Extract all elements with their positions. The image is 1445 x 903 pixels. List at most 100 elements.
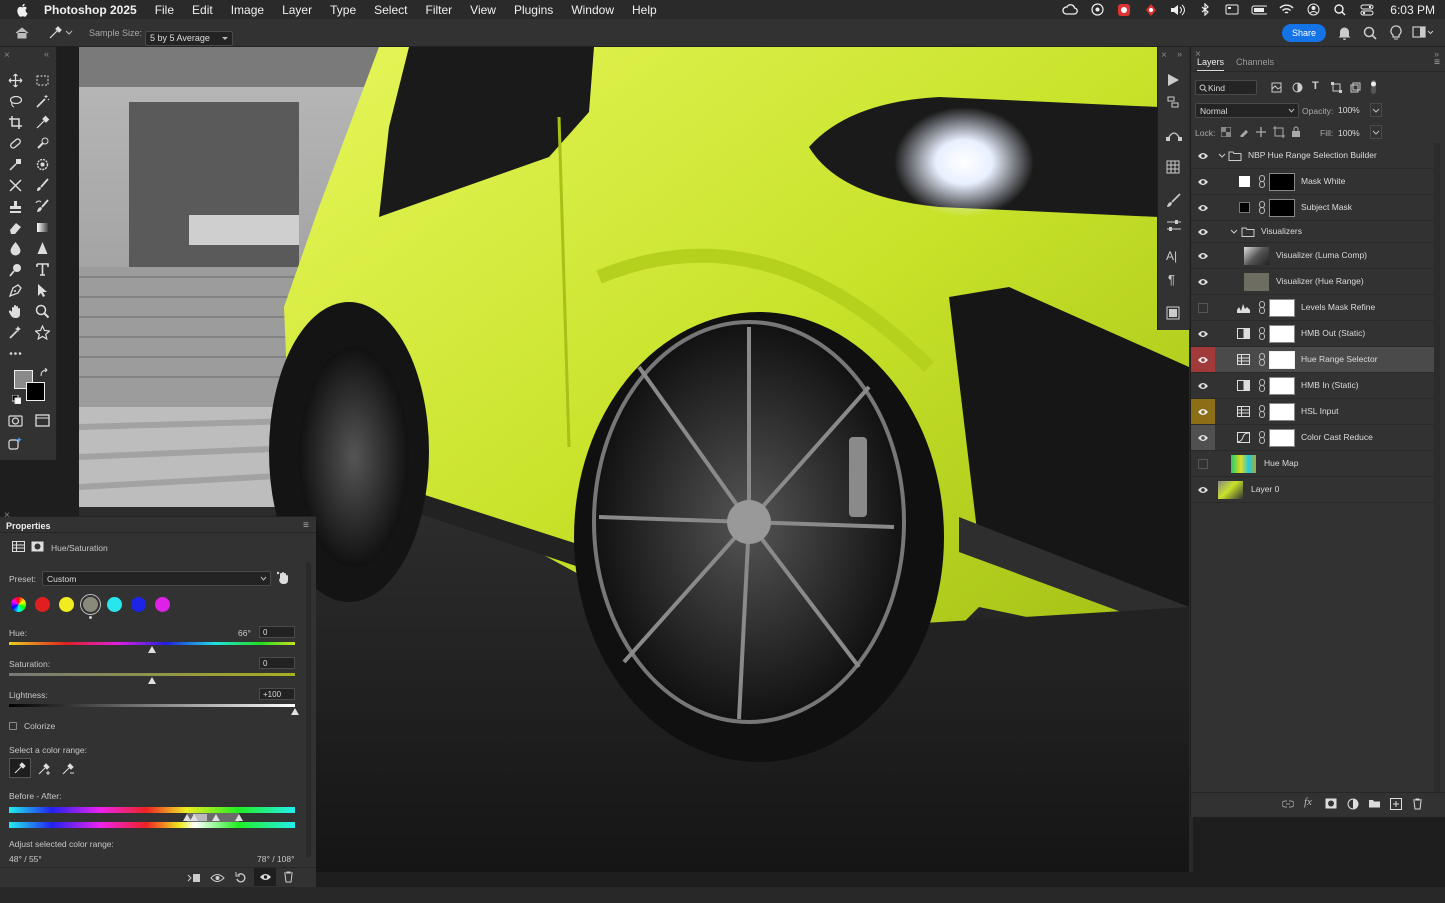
visibility-eye-icon[interactable] xyxy=(1191,169,1215,194)
home-icon[interactable] xyxy=(15,26,29,39)
type-tool-icon[interactable] xyxy=(32,259,52,279)
visibility-eye-icon[interactable] xyxy=(1191,425,1215,450)
sharpen-tool-icon[interactable] xyxy=(32,238,52,258)
brush-settings-icon[interactable] xyxy=(1166,193,1182,209)
visibility-eye-icon[interactable] xyxy=(1191,477,1215,502)
layer-row-visualizers-group[interactable]: Visualizers xyxy=(1191,221,1434,243)
layer-mask-thumbnail[interactable] xyxy=(1269,429,1295,447)
menu-image[interactable]: Image xyxy=(231,3,264,17)
background-color-swatch[interactable] xyxy=(26,382,45,401)
volume-icon[interactable] xyxy=(1170,2,1186,18)
link-chain-icon[interactable] xyxy=(1258,201,1266,214)
swatches-grid-icon[interactable] xyxy=(1166,160,1180,174)
menu-layer[interactable]: Layer xyxy=(282,3,312,17)
layer-mask-thumbnail[interactable] xyxy=(1269,377,1295,395)
notification-badge-icon[interactable] xyxy=(1089,2,1105,18)
visibility-eye-icon[interactable] xyxy=(1191,195,1215,220)
gradient-tool-icon[interactable] xyxy=(32,217,52,237)
clip-to-layer-icon[interactable] xyxy=(187,872,201,884)
panel-close-icon[interactable]: × xyxy=(4,50,10,61)
reset-adjustment-icon[interactable] xyxy=(235,871,247,883)
magic-wand-icon[interactable] xyxy=(32,91,52,111)
clone-stamp-icon[interactable] xyxy=(5,196,25,216)
range-right-handle[interactable] xyxy=(212,814,220,821)
history-brush-icon[interactable] xyxy=(32,196,52,216)
properties-menu-icon[interactable]: ≡ xyxy=(303,520,309,531)
link-chain-icon[interactable] xyxy=(1258,175,1266,188)
link-chain-icon[interactable] xyxy=(1258,301,1266,314)
filter-shape-icon[interactable] xyxy=(1331,82,1342,93)
paths-panel-icon[interactable] xyxy=(1166,127,1182,141)
new-group-folder-icon[interactable] xyxy=(1368,798,1381,809)
share-button[interactable]: Share xyxy=(1282,24,1326,42)
fill-slider-toggle[interactable] xyxy=(1370,125,1382,139)
add-to-sample-eyedropper-icon[interactable] xyxy=(38,762,52,775)
visibility-eye-icon[interactable] xyxy=(1191,143,1215,168)
yellows-swatch[interactable] xyxy=(59,597,74,612)
visibility-eye-icon[interactable] xyxy=(1191,399,1215,424)
hand-tool-icon[interactable] xyxy=(5,301,25,321)
cyans-swatch[interactable] xyxy=(107,597,122,612)
lock-transparent-icon[interactable] xyxy=(1221,127,1231,137)
dock-expand-icon[interactable]: » xyxy=(1177,49,1182,59)
eraser-tool-icon[interactable] xyxy=(5,217,25,237)
link-chain-icon[interactable] xyxy=(1258,327,1266,340)
tab-channels[interactable]: Channels xyxy=(1236,57,1274,71)
new-adjustment-layer-icon[interactable] xyxy=(1347,798,1359,810)
filter-pixel-icon[interactable] xyxy=(1271,82,1282,93)
lock-pixels-icon[interactable] xyxy=(1239,127,1249,137)
saturation-input[interactable]: 0 xyxy=(259,657,295,669)
menu-bar-clock[interactable]: 6:03 PM xyxy=(1390,3,1435,17)
properties-scrollbar[interactable] xyxy=(306,562,311,857)
eyedropper-tool-icon[interactable] xyxy=(32,112,52,132)
layer-row-visualizer-luma[interactable]: Visualizer (Luma Comp) xyxy=(1191,243,1434,269)
extension-icon[interactable] xyxy=(1116,2,1132,18)
layer-thumbnail[interactable] xyxy=(1244,247,1269,265)
dodge-tool-icon[interactable] xyxy=(5,259,25,279)
app-menu[interactable]: Photoshop 2025 xyxy=(44,3,137,17)
layer-mask-thumbnail[interactable] xyxy=(1269,403,1295,421)
character-panel-icon[interactable]: A| xyxy=(1166,249,1177,263)
dock-close-icon[interactable]: × xyxy=(1161,50,1167,61)
magentas-swatch[interactable] xyxy=(155,597,170,612)
screen-mode-icon[interactable] xyxy=(32,410,52,430)
visibility-eye-icon[interactable] xyxy=(1191,243,1215,268)
bluetooth-icon[interactable] xyxy=(1197,2,1213,18)
layer-thumbnail[interactable] xyxy=(1218,481,1243,499)
menu-filter[interactable]: Filter xyxy=(425,3,452,17)
master-range-swatch[interactable] xyxy=(11,597,26,612)
reds-swatch[interactable] xyxy=(35,597,50,612)
targeted-adjustment-hand-icon[interactable] xyxy=(277,571,290,585)
remove-tool-icon[interactable] xyxy=(32,133,52,153)
healing-patch-icon[interactable] xyxy=(5,154,25,174)
link-chain-icon[interactable] xyxy=(1258,405,1266,418)
menu-edit[interactable]: Edit xyxy=(192,3,213,17)
quick-mask-icon[interactable] xyxy=(5,410,25,430)
menu-file[interactable]: File xyxy=(155,3,174,17)
visibility-eye-icon[interactable] xyxy=(1191,321,1215,346)
layer-row-mask-white[interactable]: Mask White xyxy=(1191,169,1434,195)
layer-row-layer-0[interactable]: Layer 0 xyxy=(1191,477,1434,503)
layer-row-hue-map[interactable]: Hue Map xyxy=(1191,451,1434,477)
crop-tool-icon[interactable] xyxy=(5,112,25,132)
range-right-falloff-handle[interactable] xyxy=(235,814,243,821)
display-icon[interactable] xyxy=(1224,2,1240,18)
filter-toggle-icon[interactable] xyxy=(1369,80,1378,94)
hue-slider-handle[interactable] xyxy=(148,646,156,653)
rectangular-marquee-icon[interactable] xyxy=(32,70,52,90)
actions-play-icon[interactable] xyxy=(1166,73,1180,87)
menu-view[interactable]: View xyxy=(470,3,496,17)
layer-mask-thumbnail[interactable] xyxy=(1269,199,1295,217)
user-account-icon[interactable] xyxy=(1305,2,1321,18)
zoom-tool-icon[interactable] xyxy=(32,301,52,321)
control-center-icon[interactable] xyxy=(1359,2,1375,18)
blend-mode-dropdown[interactable]: Normal xyxy=(1195,103,1299,118)
add-mask-icon[interactable] xyxy=(1325,798,1337,809)
layers-scrollbar[interactable] xyxy=(1434,143,1440,793)
filter-kind-dropdown[interactable]: Kind xyxy=(1195,80,1257,95)
adjustments-sliders-icon[interactable] xyxy=(1166,219,1182,233)
lightness-input[interactable]: +100 xyxy=(259,688,295,700)
adjustment-hue-sat-icon[interactable] xyxy=(12,541,25,552)
visibility-toggle-off[interactable] xyxy=(1191,295,1215,320)
visibility-eye-icon[interactable] xyxy=(1191,221,1215,243)
